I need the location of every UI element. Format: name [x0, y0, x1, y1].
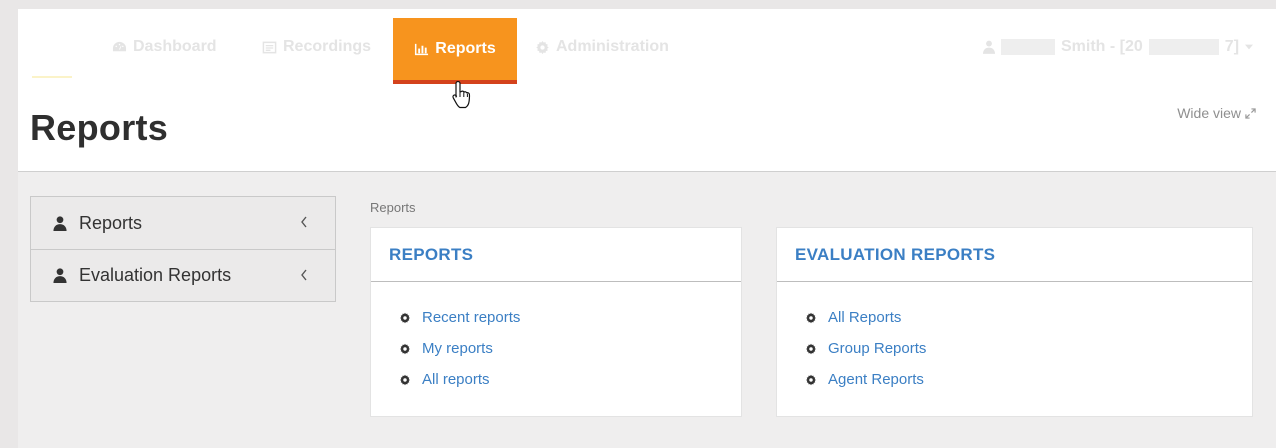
link-group-reports[interactable]: Group Reports [805, 333, 1252, 364]
sidebar-item-label: Evaluation Reports [79, 265, 232, 285]
link-label: All reports [422, 371, 490, 388]
nav-recordings-label: Recordings [283, 38, 372, 55]
reports-panel: REPORTS Recent reports My reports All re… [370, 227, 742, 417]
expand-icon [1245, 107, 1256, 119]
nav-reports-label: Reports [435, 40, 496, 57]
app-frame: Dashboard Recordings Reports Administrat… [18, 9, 1276, 448]
link-label: Recent reports [422, 309, 521, 326]
chevron-left-icon [301, 216, 307, 228]
user-icon [53, 215, 67, 231]
link-label: Group Reports [828, 340, 927, 357]
nav-administration[interactable]: Administration [535, 38, 669, 56]
gear-icon [400, 312, 410, 323]
link-label: All Reports [828, 309, 902, 326]
gear-icon [536, 40, 549, 54]
nav-reports-tab[interactable]: Reports [393, 18, 517, 84]
bar-chart-icon [415, 43, 429, 55]
gear-icon [806, 312, 816, 323]
hand-cursor-icon [452, 80, 471, 109]
sidebar: Reports Evaluation Reports [30, 196, 336, 302]
user-name-label: Smith - [20 [1061, 38, 1143, 55]
link-my-reports[interactable]: My reports [399, 333, 741, 364]
gear-icon [806, 374, 816, 385]
link-all-reports[interactable]: All reports [399, 364, 741, 395]
nav-dashboard-label: Dashboard [133, 38, 217, 55]
link-label: Agent Reports [828, 371, 924, 388]
gear-icon [806, 343, 816, 354]
chevron-left-icon [301, 269, 307, 281]
nav-administration-label: Administration [556, 38, 669, 55]
nav-recordings[interactable]: Recordings [262, 38, 371, 56]
gear-icon [400, 374, 410, 385]
gear-icon [400, 343, 410, 354]
link-label: My reports [422, 340, 493, 357]
page-title: Reports [30, 107, 169, 148]
wide-view-toggle[interactable]: Wide view [1177, 105, 1256, 121]
link-recent-reports[interactable]: Recent reports [399, 302, 741, 333]
caret-down-icon [1245, 44, 1254, 50]
panel-title: EVALUATION REPORTS [777, 228, 1252, 282]
redacted-name [1001, 39, 1055, 55]
recordings-icon [262, 41, 277, 53]
reports-link-list: Recent reports My reports All reports [371, 282, 741, 395]
evaluation-link-list: All Reports Group Reports Agent Reports [777, 282, 1252, 395]
panel-title: REPORTS [371, 228, 741, 282]
logo-placeholder [32, 76, 72, 78]
breadcrumb: Reports [370, 200, 416, 215]
link-agent-reports[interactable]: Agent Reports [805, 364, 1252, 395]
nav-dashboard[interactable]: Dashboard [112, 38, 217, 56]
sidebar-item-reports[interactable]: Reports [31, 197, 335, 249]
user-menu[interactable]: Smith - [20 7] [983, 38, 1254, 56]
dashboard-icon [112, 41, 127, 51]
sidebar-item-evaluation-reports[interactable]: Evaluation Reports [31, 249, 335, 301]
main-content: Reports Evaluation Reports Reports REPOR… [18, 171, 1276, 448]
evaluation-reports-panel: EVALUATION REPORTS All Reports Group Rep… [776, 227, 1253, 417]
user-icon [983, 40, 995, 54]
top-navigation: Dashboard Recordings Reports Administrat… [18, 9, 1276, 84]
user-id-suffix: 7] [1224, 38, 1240, 55]
sidebar-item-label: Reports [79, 212, 143, 233]
user-icon [53, 268, 67, 283]
wide-view-label: Wide view [1177, 105, 1241, 121]
redacted-id [1148, 39, 1219, 55]
link-all-evaluation-reports[interactable]: All Reports [805, 302, 1252, 333]
